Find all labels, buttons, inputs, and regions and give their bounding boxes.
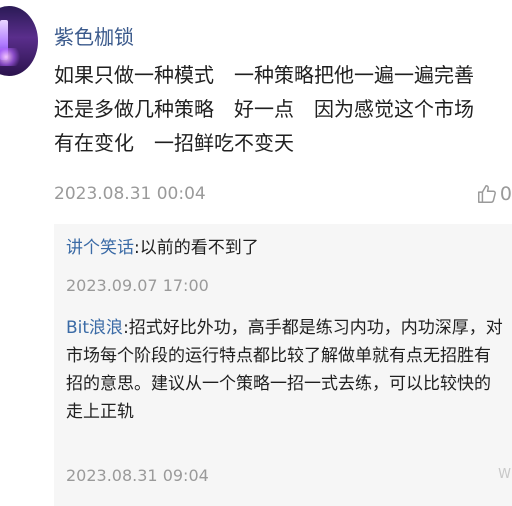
comment-text: 如果只做一种模式 一种策略把他一遍一遍完善 还是多做几种策略 好一点 因为感觉这… (54, 63, 474, 155)
reply-timestamp: 2023.08.31 09:04 (66, 466, 209, 485)
comment-timestamp: 2023.08.31 00:04 (54, 184, 206, 204)
comment-meta-row: 2023.08.31 00:04 0 (54, 182, 512, 206)
reply-author[interactable]: Bit浪浪 (66, 318, 123, 338)
thumbs-up-icon (476, 183, 498, 205)
comment-author[interactable]: 紫色枷锁 (54, 24, 134, 50)
avatar-glow-shape (0, 48, 24, 66)
reply-author[interactable]: 讲个笑话 (66, 238, 134, 258)
like-button[interactable]: 0 (476, 180, 512, 208)
reply-item: Bit浪浪:招式好比外功，高手都是练习内功，内功深厚，对市场每个阶段的运行特点都… (66, 314, 506, 426)
reply-text: 以前的看不到了 (139, 238, 259, 258)
like-count: 0 (499, 183, 512, 205)
reply-timestamp: 2023.09.07 17:00 (66, 276, 209, 295)
avatar[interactable] (0, 6, 38, 76)
replies-panel: 讲个笑话:以前的看不到了 2023.09.07 17:00 Bit浪浪:招式好比… (54, 224, 512, 506)
watermark: W (498, 467, 512, 482)
reply-item: 讲个笑话:以前的看不到了 (66, 234, 506, 262)
reply-text: 招式好比外功，高手都是练习内功，内功深厚，对市场每个阶段的运行特点都比较了解做单… (66, 318, 503, 422)
